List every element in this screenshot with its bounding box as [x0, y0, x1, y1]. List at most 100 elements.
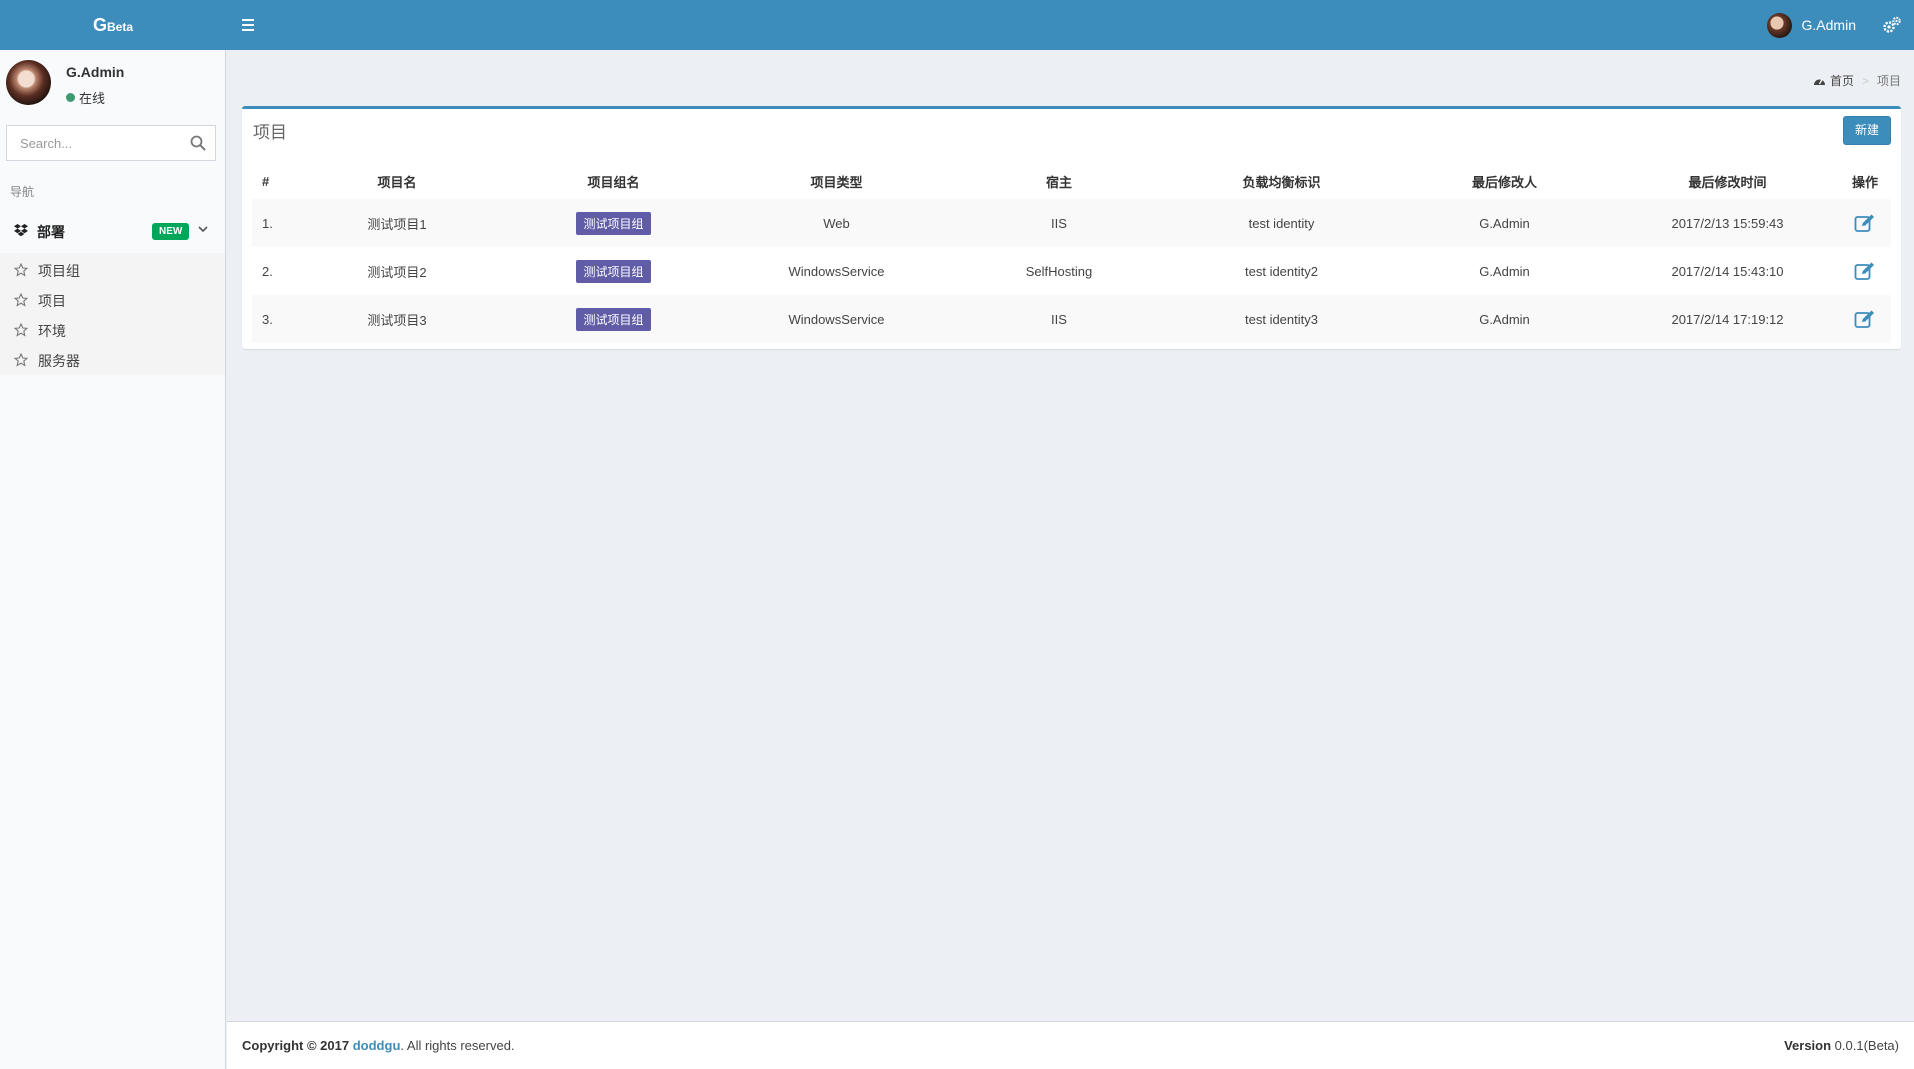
host: IIS [1051, 215, 1067, 231]
table-row: 3. 测试项目3 测试项目组 WindowsService IIS test i… [252, 295, 1891, 343]
sidebar-item-label: 环境 [38, 323, 66, 339]
top-user-name: G.Admin [1801, 17, 1856, 33]
column-header-project-name: 项目名 [377, 175, 417, 190]
user-status: 在线 [66, 88, 105, 107]
sidebar-item-environment[interactable]: 环境 [0, 317, 225, 343]
footer-version: Version 0.0.1(Beta) [1784, 1038, 1899, 1053]
last-modified-time: 2017/2/14 17:19:12 [1671, 311, 1784, 327]
group-cell: 测试项目组 [502, 247, 725, 295]
column-header-group-name: 项目组名 [587, 175, 640, 190]
column-header-index: # [262, 174, 270, 189]
sidebar-item-label: 部署 [37, 224, 65, 240]
nav-header: 导航 [10, 185, 35, 199]
column-header-lb-identity: 负载均衡标识 [1242, 175, 1321, 190]
column-header-host: 宿主 [1045, 175, 1072, 190]
last-modified-time: 2017/2/13 15:59:43 [1671, 215, 1784, 231]
sidebar-item-label: 项目 [38, 293, 66, 309]
new-badge: NEW [152, 223, 190, 240]
breadcrumb: 首页 > 项目 [1813, 72, 1901, 89]
table-row: 2. 测试项目2 测试项目组 WindowsService SelfHostin… [252, 247, 1891, 295]
version-value: 0.0.1(Beta) [1834, 1038, 1899, 1053]
copyright-text: Copyright © 2017 [242, 1038, 350, 1053]
sidebar-search [6, 125, 216, 161]
project-type: Web [823, 215, 850, 231]
actions-cell [1839, 295, 1891, 343]
row-index: 2. [262, 263, 273, 279]
group-label: 测试项目组 [576, 211, 651, 235]
app-logo[interactable]: GBeta [0, 0, 226, 50]
rights-text: . All rights reserved. [400, 1038, 515, 1053]
user-name: G.Admin [66, 64, 125, 80]
sidebar: G.Admin 在线 导航 部署 NEW 项目组 项目 [0, 50, 226, 1069]
projects-table: # 项目名 项目组名 项目类型 宿主 负载均衡标识 最后修改人 最后修改时间 操… [252, 164, 1891, 343]
group-cell: 测试项目组 [502, 295, 725, 343]
table-row: 1. 测试项目1 测试项目组 Web IIS test identity G.A… [252, 199, 1891, 247]
user-panel: G.Admin 在线 [6, 60, 216, 110]
project-type: WindowsService [788, 263, 885, 279]
group-label: 测试项目组 [576, 259, 651, 283]
last-modifier: G.Admin [1479, 215, 1530, 231]
star-icon [14, 293, 28, 307]
last-modified-time: 2017/2/14 15:43:10 [1671, 263, 1784, 279]
star-icon [14, 323, 28, 337]
sidebar-item-project[interactable]: 项目 [0, 287, 225, 313]
new-project-button[interactable]: 新建 [1842, 116, 1891, 145]
edit-icon[interactable] [1854, 261, 1876, 281]
row-index: 1. [262, 215, 273, 231]
row-index: 3. [262, 311, 273, 327]
footer-copyright: Copyright © 2017 doddgu. All rights rese… [242, 1038, 515, 1053]
avatar [6, 60, 51, 105]
breadcrumb-home-link[interactable]: 首页 [1830, 72, 1854, 89]
deploy-submenu: 项目组 项目 环境 服务器 [0, 253, 225, 375]
sidebar-item-label: 项目组 [38, 263, 80, 279]
top-user-menu[interactable]: G.Admin [1766, 12, 1856, 38]
edit-icon[interactable] [1854, 213, 1876, 233]
host: IIS [1051, 311, 1067, 327]
dashboard-icon [1813, 78, 1825, 85]
projects-box: 项目 新建 # 项目名 项目组名 项目类型 宿主 负载均衡标识 最后修改人 最后… [242, 106, 1901, 349]
dropbox-icon [14, 224, 28, 237]
online-dot-icon [66, 93, 75, 102]
lb-identity: test identity2 [1245, 263, 1318, 279]
actions-cell [1839, 247, 1891, 295]
project-name: 测试项目2 [367, 264, 427, 280]
project-name: 测试项目3 [367, 312, 427, 328]
breadcrumb-current: 项目 [1876, 74, 1901, 88]
project-name: 测试项目1 [367, 216, 427, 232]
star-icon [14, 353, 28, 367]
search-icon[interactable] [189, 134, 207, 152]
user-status-label: 在线 [79, 91, 106, 106]
avatar [1766, 12, 1792, 38]
page-title: 项目 [253, 123, 287, 142]
breadcrumb-separator: > [1861, 73, 1869, 88]
top-navbar: GBeta G.Admin [0, 0, 1914, 50]
column-header-last-modified-time: 最后修改时间 [1688, 175, 1767, 190]
lb-identity: test identity3 [1245, 311, 1318, 327]
group-label: 测试项目组 [576, 307, 651, 331]
group-cell: 测试项目组 [502, 199, 725, 247]
edit-icon[interactable] [1854, 309, 1876, 329]
actions-cell [1839, 199, 1891, 247]
author-link[interactable]: doddgu [353, 1038, 401, 1053]
project-type: WindowsService [788, 311, 885, 327]
logo-main: G [92, 15, 107, 35]
sidebar-item-label: 服务器 [38, 353, 80, 369]
sidebar-item-deploy[interactable]: 部署 NEW [0, 214, 225, 248]
logo-sub: Beta [107, 20, 134, 34]
star-icon [14, 263, 28, 277]
column-header-last-modifier: 最后修改人 [1471, 175, 1537, 190]
last-modifier: G.Admin [1479, 263, 1530, 279]
sidebar-item-server[interactable]: 服务器 [0, 347, 225, 373]
last-modifier: G.Admin [1479, 311, 1530, 327]
table-header-row: # 项目名 项目组名 项目类型 宿主 负载均衡标识 最后修改人 最后修改时间 操… [252, 164, 1891, 199]
chevron-down-icon [198, 226, 208, 233]
search-input[interactable] [7, 126, 183, 160]
version-label: Version [1784, 1038, 1832, 1053]
sidebar-toggle-button[interactable] [238, 14, 260, 36]
gears-icon[interactable] [1882, 15, 1902, 35]
sidebar-item-project-group[interactable]: 项目组 [0, 257, 225, 283]
footer: Copyright © 2017 doddgu. All rights rese… [227, 1021, 1914, 1069]
lb-identity: test identity [1248, 215, 1315, 231]
column-header-project-type: 项目类型 [810, 175, 863, 190]
host: SelfHosting [1025, 263, 1093, 279]
